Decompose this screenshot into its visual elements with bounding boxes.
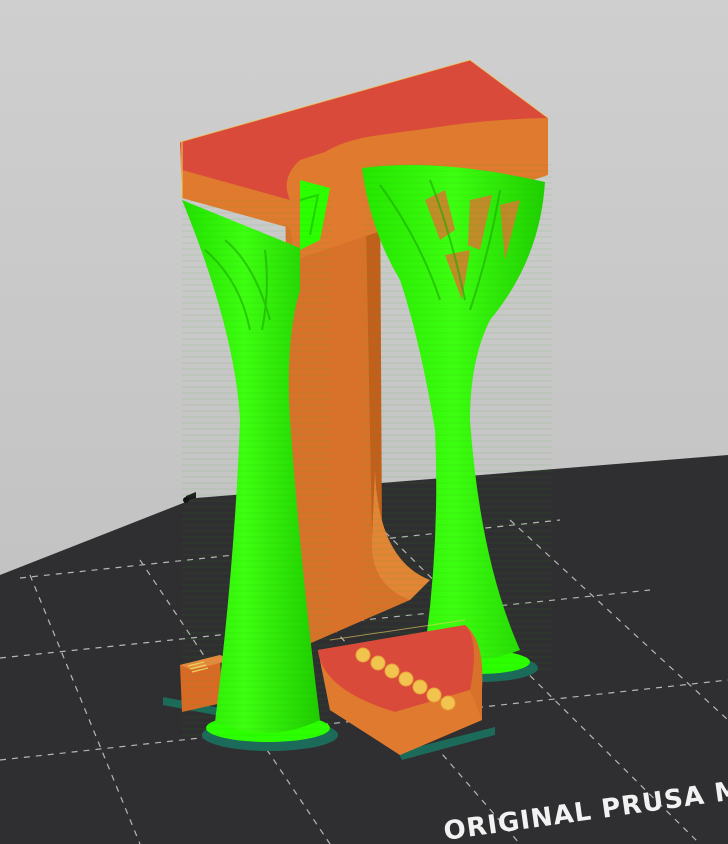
preview-canvas[interactable]: ORIGINAL PRUSA MINI [0, 0, 728, 844]
right-support-tree [362, 160, 552, 670]
left-support-tree [182, 180, 332, 740]
3d-viewport[interactable]: ORIGINAL PRUSA MINI [0, 0, 728, 844]
